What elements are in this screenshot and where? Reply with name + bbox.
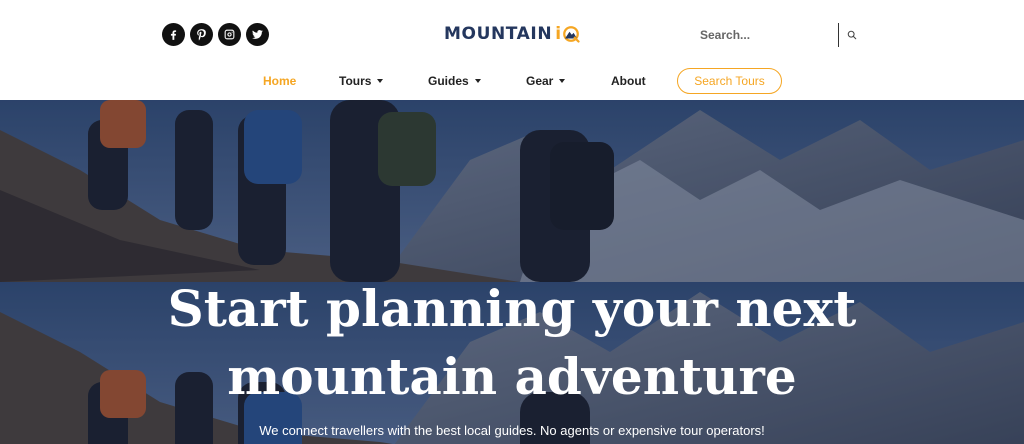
nav-item-about[interactable]: About xyxy=(611,66,646,96)
hero-headline-line2: mountain adventure xyxy=(227,347,797,406)
search-icon xyxy=(847,30,857,40)
instagram-icon xyxy=(224,29,235,40)
logo-word: MOUNTAIN xyxy=(444,24,553,44)
search-tours-button[interactable]: Search Tours xyxy=(677,68,782,94)
facebook-link[interactable] xyxy=(162,23,185,46)
hero-headline: Start planning your next mountain advent… xyxy=(0,275,1024,411)
site-header: MOUNTAIN i Home Tours Guides xyxy=(0,0,1024,100)
twitter-link[interactable] xyxy=(246,23,269,46)
chevron-down-icon xyxy=(377,79,384,83)
chevron-down-icon xyxy=(559,79,566,83)
pinterest-link[interactable] xyxy=(190,23,213,46)
header-search xyxy=(700,22,862,48)
chevron-down-icon xyxy=(474,79,481,83)
logo-i: i xyxy=(555,24,562,44)
main-nav: Home Tours Guides Gear About Search Tour… xyxy=(0,66,1024,96)
search-divider xyxy=(838,23,839,47)
facebook-icon xyxy=(170,30,177,40)
pinterest-icon xyxy=(197,29,206,41)
search-input[interactable] xyxy=(700,23,838,47)
nav-item-tours[interactable]: Tours xyxy=(339,66,384,96)
social-links xyxy=(162,23,269,46)
nav-item-label: Tours xyxy=(339,74,372,88)
nav-item-guides[interactable]: Guides xyxy=(428,66,481,96)
nav-item-label: Home xyxy=(263,74,297,88)
hero-subtitle: We connect travellers with the best loca… xyxy=(259,423,765,438)
nav-item-label: About xyxy=(611,74,646,88)
nav-item-label: Guides xyxy=(428,74,469,88)
nav-item-home[interactable]: Home xyxy=(263,66,296,96)
search-button[interactable] xyxy=(847,29,859,41)
site-logo[interactable]: MOUNTAIN i xyxy=(444,21,580,47)
logo-iq: i xyxy=(555,24,580,44)
hero-headline-line1: Start planning your next xyxy=(167,279,857,338)
hero-section: Start planning your next mountain advent… xyxy=(0,100,1024,444)
nav-item-label: Gear xyxy=(526,74,554,88)
twitter-icon xyxy=(252,30,263,39)
instagram-link[interactable] xyxy=(218,23,241,46)
nav-item-gear[interactable]: Gear xyxy=(526,66,566,96)
mountain-logo-icon xyxy=(563,26,580,43)
